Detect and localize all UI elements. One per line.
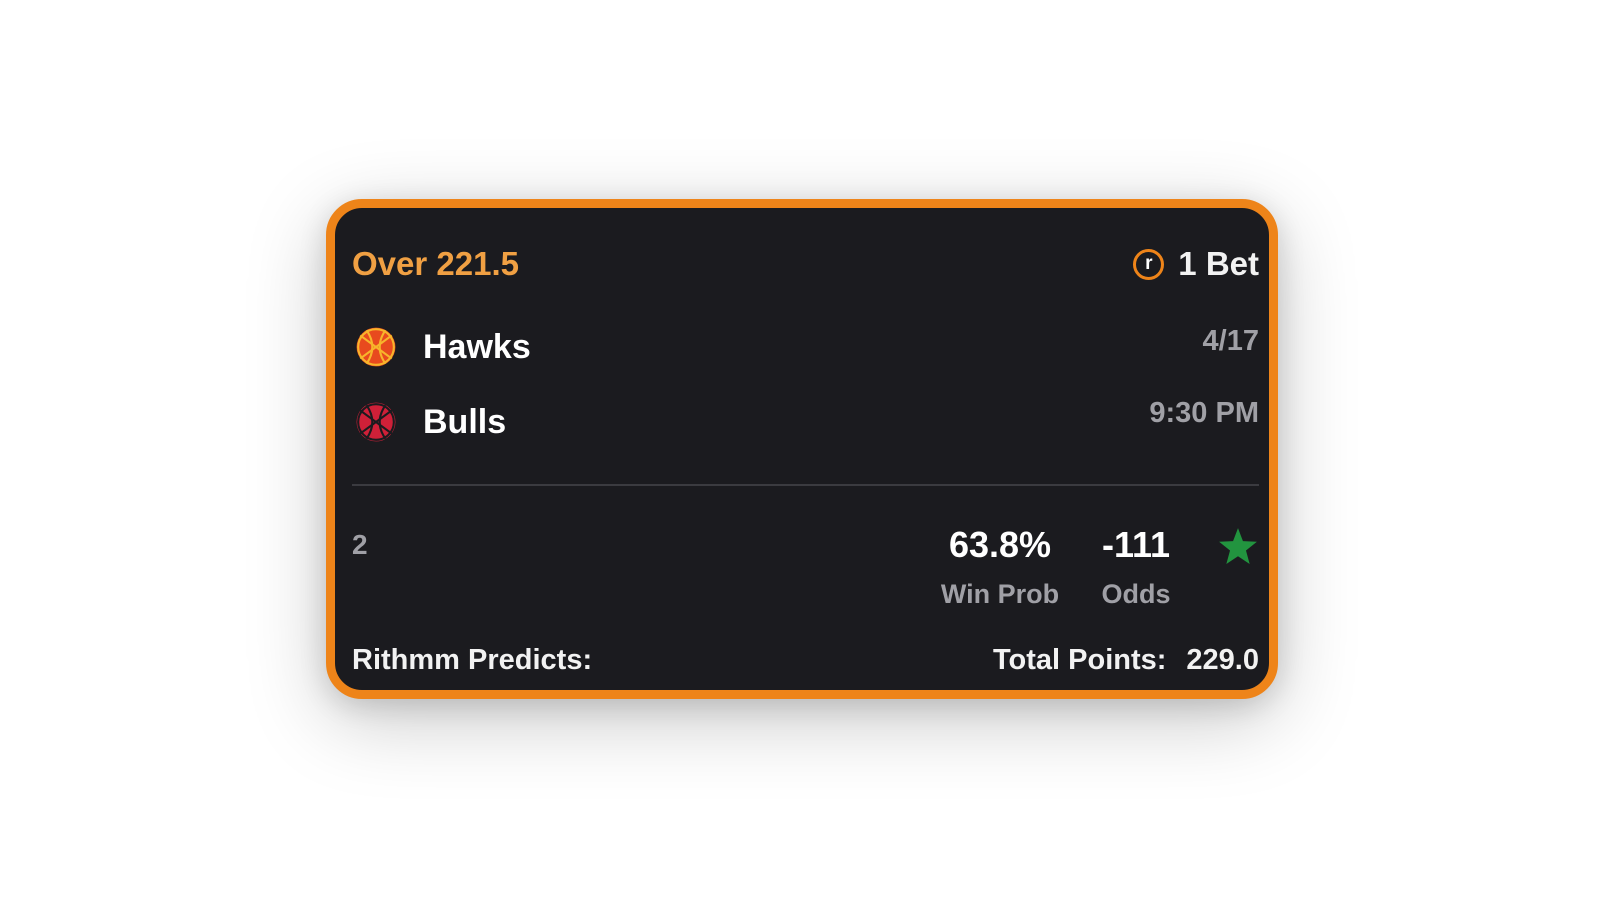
odds-value: -111 bbox=[1101, 524, 1171, 565]
bet-count: 1 Bet bbox=[1178, 245, 1259, 282]
game-date: 4/17 bbox=[1202, 325, 1259, 357]
bet-count-badge[interactable]: r 1 Bet bbox=[1133, 244, 1259, 284]
bet-title: Over 221.5 bbox=[352, 245, 519, 282]
team-name-bulls: Bulls bbox=[423, 403, 507, 441]
predicts-metric-value: 229.0 bbox=[1186, 644, 1259, 676]
rithmm-logo-icon: r bbox=[1133, 248, 1165, 280]
divider bbox=[352, 484, 1259, 486]
team-name-hawks: Hawks bbox=[423, 328, 531, 366]
predicts-metric-label: Total Points: bbox=[992, 644, 1167, 676]
win-probability: 63.8% Win Prob bbox=[933, 524, 1067, 610]
team-row-bulls: Bulls bbox=[355, 401, 506, 443]
team-row-hawks: Hawks bbox=[355, 326, 531, 368]
basketball-icon bbox=[356, 402, 396, 442]
star-icon[interactable] bbox=[1217, 526, 1259, 568]
odds-label: Odds bbox=[1101, 579, 1171, 609]
predicted-total: Total Points: 229.0 bbox=[993, 642, 1259, 678]
game-time: 9:30 PM bbox=[1149, 397, 1259, 429]
win-probability-value: 63.8% bbox=[948, 524, 1052, 565]
basketball-icon bbox=[356, 327, 396, 367]
win-probability-label: Win Prob bbox=[940, 579, 1060, 609]
odds: -111 Odds bbox=[1091, 524, 1181, 610]
bet-card[interactable]: Over 221.5 r 1 Bet Hawks Bulls 4/17 9:30… bbox=[326, 199, 1278, 699]
rank-number: 2 bbox=[352, 529, 368, 560]
predicts-label: Rithmm Predicts: bbox=[352, 644, 593, 676]
